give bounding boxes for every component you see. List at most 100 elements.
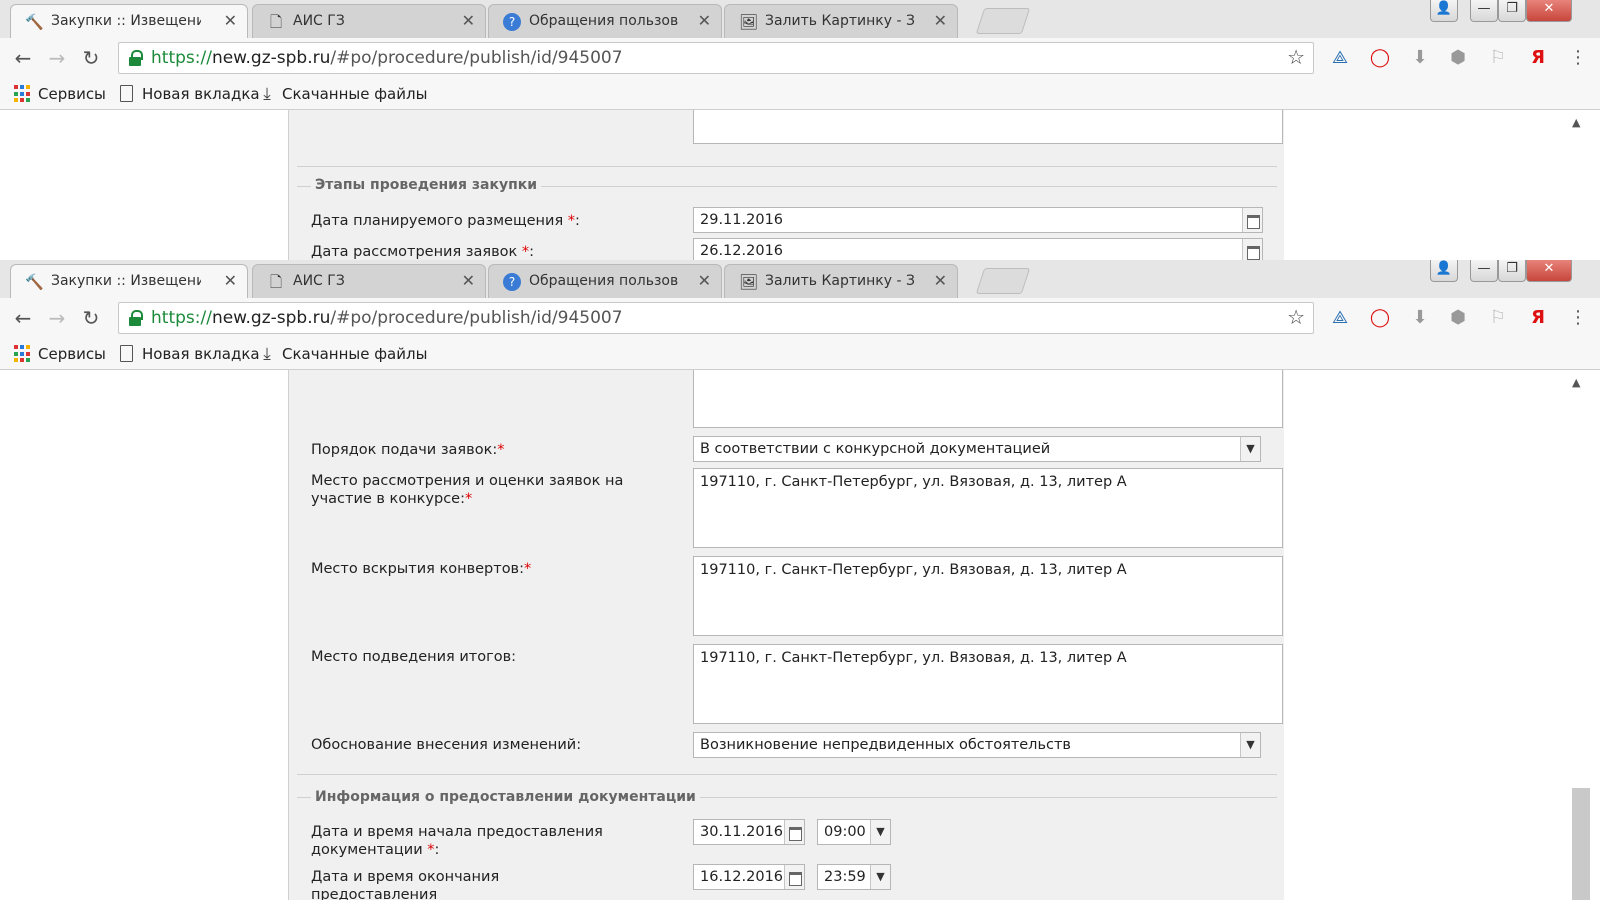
chevron-down-icon[interactable]: ▼ bbox=[870, 865, 890, 889]
section-title-documentation: Информация о предоставлении документации bbox=[311, 789, 700, 805]
planned-date-input[interactable]: 29.11.2016 bbox=[693, 207, 1263, 233]
bookmark-new-tab[interactable]: Новая вкладка bbox=[118, 342, 260, 366]
tab-zalit-kartinku[interactable]: 🖼 Залить Картинку - Загру ✕ bbox=[724, 4, 958, 38]
calendar-icon[interactable] bbox=[1242, 208, 1262, 232]
adblock-icon[interactable]: ⬢ bbox=[1446, 306, 1470, 330]
maximize-button[interactable]: ❐ bbox=[1498, 0, 1526, 22]
browser-window-bottom: 🔨 Закупки :: Извещение о ✕ 🗋 АИС ГЗ ✕ ? … bbox=[0, 260, 1600, 900]
tab-title: АИС ГЗ bbox=[293, 13, 345, 29]
minimize-button[interactable]: — bbox=[1470, 0, 1498, 22]
tab-zakupki[interactable]: 🔨 Закупки :: Извещение о ✕ bbox=[10, 264, 248, 298]
menu-icon[interactable]: ⋮ bbox=[1566, 306, 1590, 330]
scrollbar[interactable]: ▲ bbox=[1568, 110, 1590, 260]
chevron-down-icon[interactable]: ▼ bbox=[870, 820, 890, 844]
scroll-up-icon[interactable]: ▲ bbox=[1572, 116, 1580, 129]
close-icon[interactable]: ✕ bbox=[462, 265, 475, 297]
close-window-button[interactable]: ✕ bbox=[1526, 0, 1572, 22]
doc-end-time-select[interactable]: 23:59 ▼ bbox=[817, 864, 891, 890]
close-icon[interactable]: ✕ bbox=[462, 5, 475, 37]
bookmark-label: Новая вкладка bbox=[142, 85, 260, 103]
adblock-icon[interactable]: ⬢ bbox=[1446, 46, 1470, 70]
field-label-results-place: Место подведения итогов: bbox=[311, 649, 517, 665]
user-icon[interactable]: 👤 bbox=[1430, 0, 1458, 22]
address-bar[interactable]: https://new.gz-spb.ru/#po/procedure/publ… bbox=[118, 302, 1314, 334]
review-place-textarea[interactable]: 197110, г. Санкт-Петербург, ул. Вязовая,… bbox=[693, 468, 1283, 548]
sync-icon[interactable]: ⟁ bbox=[1328, 306, 1352, 330]
forward-icon[interactable]: → bbox=[44, 46, 70, 72]
tab-ais-gz[interactable]: 🗋 АИС ГЗ ✕ bbox=[252, 4, 486, 38]
tab-obrashcheniya[interactable]: ? Обращения пользовате ✕ bbox=[488, 4, 722, 38]
close-window-button[interactable]: ✕ bbox=[1526, 260, 1572, 282]
submission-order-select[interactable]: В соответствии с конкурсной документацие… bbox=[693, 436, 1261, 462]
section-title-stages: Этапы проведения закупки bbox=[311, 177, 542, 193]
chevron-down-icon[interactable]: ▼ bbox=[1240, 733, 1260, 757]
download-icon[interactable]: ⬇ bbox=[1408, 306, 1432, 330]
apps-grid-icon bbox=[14, 345, 32, 363]
page-icon bbox=[120, 85, 133, 102]
doc-start-time-select[interactable]: 09:00 ▼ bbox=[817, 819, 891, 845]
chevron-down-icon[interactable]: ▼ bbox=[1240, 437, 1260, 461]
close-icon[interactable]: ✕ bbox=[934, 5, 947, 37]
tab-zalit-kartinku[interactable]: 🖼 Залить Картинку - Загру ✕ bbox=[724, 264, 958, 298]
close-icon[interactable]: ✕ bbox=[698, 5, 711, 37]
menu-icon[interactable]: ⋮ bbox=[1566, 46, 1590, 70]
textarea-partial[interactable] bbox=[693, 110, 1283, 144]
minimize-button[interactable]: — bbox=[1470, 260, 1498, 282]
new-tab-button[interactable] bbox=[975, 8, 1031, 34]
flag-icon[interactable]: ⚐ bbox=[1486, 306, 1510, 330]
download-icon[interactable]: ⬇ bbox=[1408, 46, 1432, 70]
maximize-button[interactable]: ❐ bbox=[1498, 260, 1526, 282]
scroll-thumb[interactable] bbox=[1572, 788, 1590, 900]
change-reason-select[interactable]: Возникновение непредвиденных обстоятельс… bbox=[693, 732, 1261, 758]
tab-title: Закупки :: Извещение о bbox=[51, 13, 201, 29]
user-icon[interactable]: 👤 bbox=[1430, 260, 1458, 282]
tab-ais-gz[interactable]: 🗋 АИС ГЗ ✕ bbox=[252, 264, 486, 298]
reload-icon[interactable]: ↻ bbox=[78, 306, 104, 332]
bookmark-services[interactable]: Сервисы bbox=[14, 342, 106, 366]
close-icon[interactable]: ✕ bbox=[224, 265, 237, 297]
field-label-review-date: Дата рассмотрения заявок *: bbox=[311, 244, 535, 260]
bookmark-downloads[interactable]: ⤓ Скачанные файлы bbox=[258, 82, 427, 106]
envelope-opening-place-textarea[interactable]: 197110, г. Санкт-Петербург, ул. Вязовая,… bbox=[693, 556, 1283, 636]
opera-icon[interactable]: ◯ bbox=[1368, 46, 1392, 70]
close-icon[interactable]: ✕ bbox=[224, 5, 237, 37]
bookmark-services[interactable]: Сервисы bbox=[14, 82, 106, 106]
scroll-up-icon[interactable]: ▲ bbox=[1572, 376, 1580, 389]
doc-end-date-input[interactable]: 16.12.2016 bbox=[693, 864, 805, 890]
bookmark-star-icon[interactable]: ☆ bbox=[1287, 305, 1305, 329]
tab-title: Залить Картинку - Загру bbox=[765, 273, 915, 289]
opera-icon[interactable]: ◯ bbox=[1368, 306, 1392, 330]
reload-icon[interactable]: ↻ bbox=[78, 46, 104, 72]
results-place-textarea[interactable]: 197110, г. Санкт-Петербург, ул. Вязовая,… bbox=[693, 644, 1283, 724]
textarea-partial[interactable] bbox=[693, 370, 1283, 428]
address-bar[interactable]: https://new.gz-spb.ru/#po/procedure/publ… bbox=[118, 42, 1314, 74]
yandex-icon[interactable]: Я bbox=[1526, 46, 1550, 70]
flag-icon[interactable]: ⚐ bbox=[1486, 46, 1510, 70]
scrollbar[interactable]: ▲ bbox=[1568, 370, 1590, 900]
back-icon[interactable]: ← bbox=[10, 306, 36, 332]
new-tab-button[interactable] bbox=[975, 268, 1031, 294]
field-label-planned-date: Дата планируемого размещения *: bbox=[311, 213, 580, 229]
download-icon: ⤓ bbox=[263, 84, 271, 104]
bookmark-downloads[interactable]: ⤓ Скачанные файлы bbox=[258, 342, 427, 366]
bookmark-label: Новая вкладка bbox=[142, 345, 260, 363]
close-icon[interactable]: ✕ bbox=[934, 265, 947, 297]
tab-zakupki[interactable]: 🔨 Закупки :: Извещение о ✕ bbox=[10, 4, 248, 38]
bookmark-new-tab[interactable]: Новая вкладка bbox=[118, 82, 260, 106]
bookmark-star-icon[interactable]: ☆ bbox=[1287, 45, 1305, 69]
review-date-input[interactable]: 26.12.2016 bbox=[693, 238, 1263, 260]
forward-icon[interactable]: → bbox=[44, 306, 70, 332]
yandex-icon[interactable]: Я bbox=[1526, 306, 1550, 330]
bookmark-label: Сервисы bbox=[38, 345, 106, 363]
help-icon: ? bbox=[503, 273, 521, 291]
calendar-icon[interactable] bbox=[784, 865, 804, 889]
doc-start-date-input[interactable]: 30.11.2016 bbox=[693, 819, 805, 845]
calendar-icon[interactable] bbox=[784, 820, 804, 844]
tab-obrashcheniya[interactable]: ? Обращения пользовате ✕ bbox=[488, 264, 722, 298]
url-text: https://new.gz-spb.ru/#po/procedure/publ… bbox=[151, 308, 623, 328]
bookmark-label: Скачанные файлы bbox=[282, 85, 428, 103]
calendar-icon[interactable] bbox=[1242, 239, 1262, 260]
back-icon[interactable]: ← bbox=[10, 46, 36, 72]
close-icon[interactable]: ✕ bbox=[698, 265, 711, 297]
sync-icon[interactable]: ⟁ bbox=[1328, 46, 1352, 70]
